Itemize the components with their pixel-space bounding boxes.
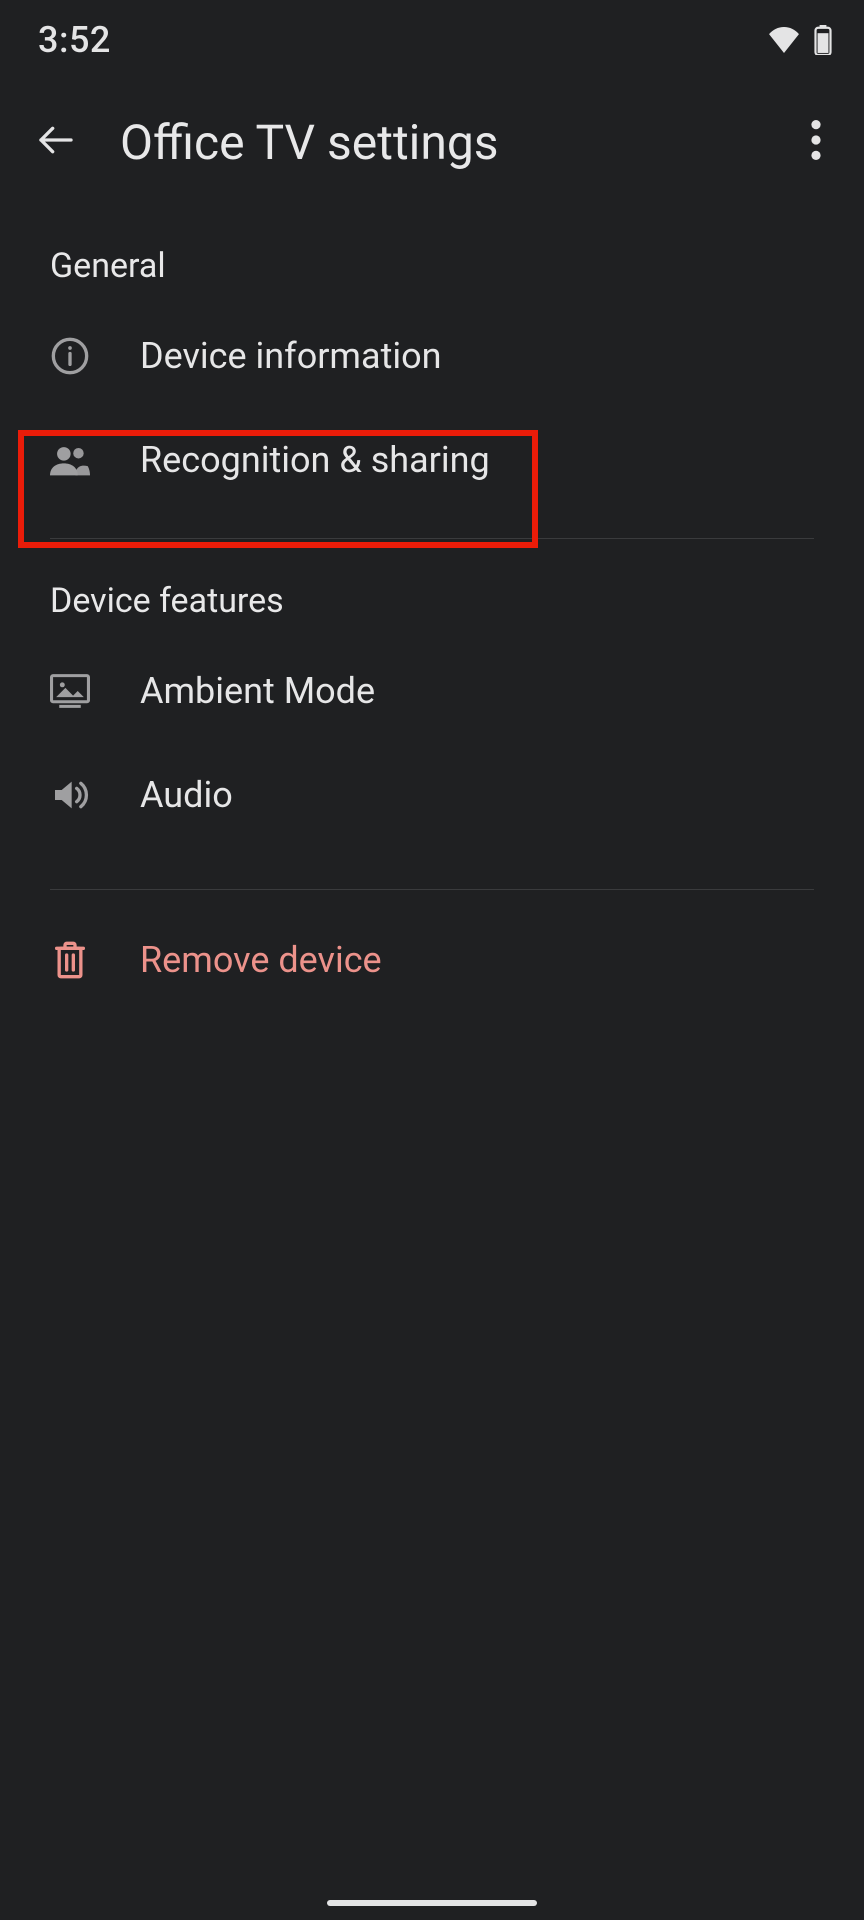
battery-icon [814,25,832,55]
row-recognition-sharing[interactable]: Recognition & sharing [0,408,864,512]
status-bar: 3:52 [0,0,864,80]
row-label: Ambient Mode [140,670,375,712]
row-label: Recognition & sharing [140,439,490,481]
app-bar: Office TV settings [0,80,864,204]
divider [50,889,814,890]
back-button[interactable] [28,114,84,170]
home-indicator[interactable] [327,1900,537,1906]
arrow-back-icon [36,120,76,164]
row-ambient-mode[interactable]: Ambient Mode [0,639,864,743]
status-time: 3:52 [38,19,111,61]
people-icon [50,443,90,477]
page-title: Office TV settings [120,114,752,171]
settings-content: General Device information Recognition &… [0,204,864,1012]
wifi-icon [768,27,800,53]
volume-icon [50,775,90,815]
row-remove-device[interactable]: Remove device [0,908,864,1012]
trash-icon [50,940,90,980]
row-label: Remove device [140,939,382,981]
row-audio[interactable]: Audio [0,743,864,847]
more-vert-icon [811,120,821,164]
overflow-menu-button[interactable] [788,114,844,170]
row-label: Device information [140,335,442,377]
status-right [768,25,832,55]
section-header-device-features: Device features [0,539,864,639]
row-device-information[interactable]: Device information [0,304,864,408]
ambient-tv-icon [50,673,90,709]
section-header-general: General [0,204,864,304]
row-label: Audio [140,774,233,816]
info-icon [50,336,90,376]
